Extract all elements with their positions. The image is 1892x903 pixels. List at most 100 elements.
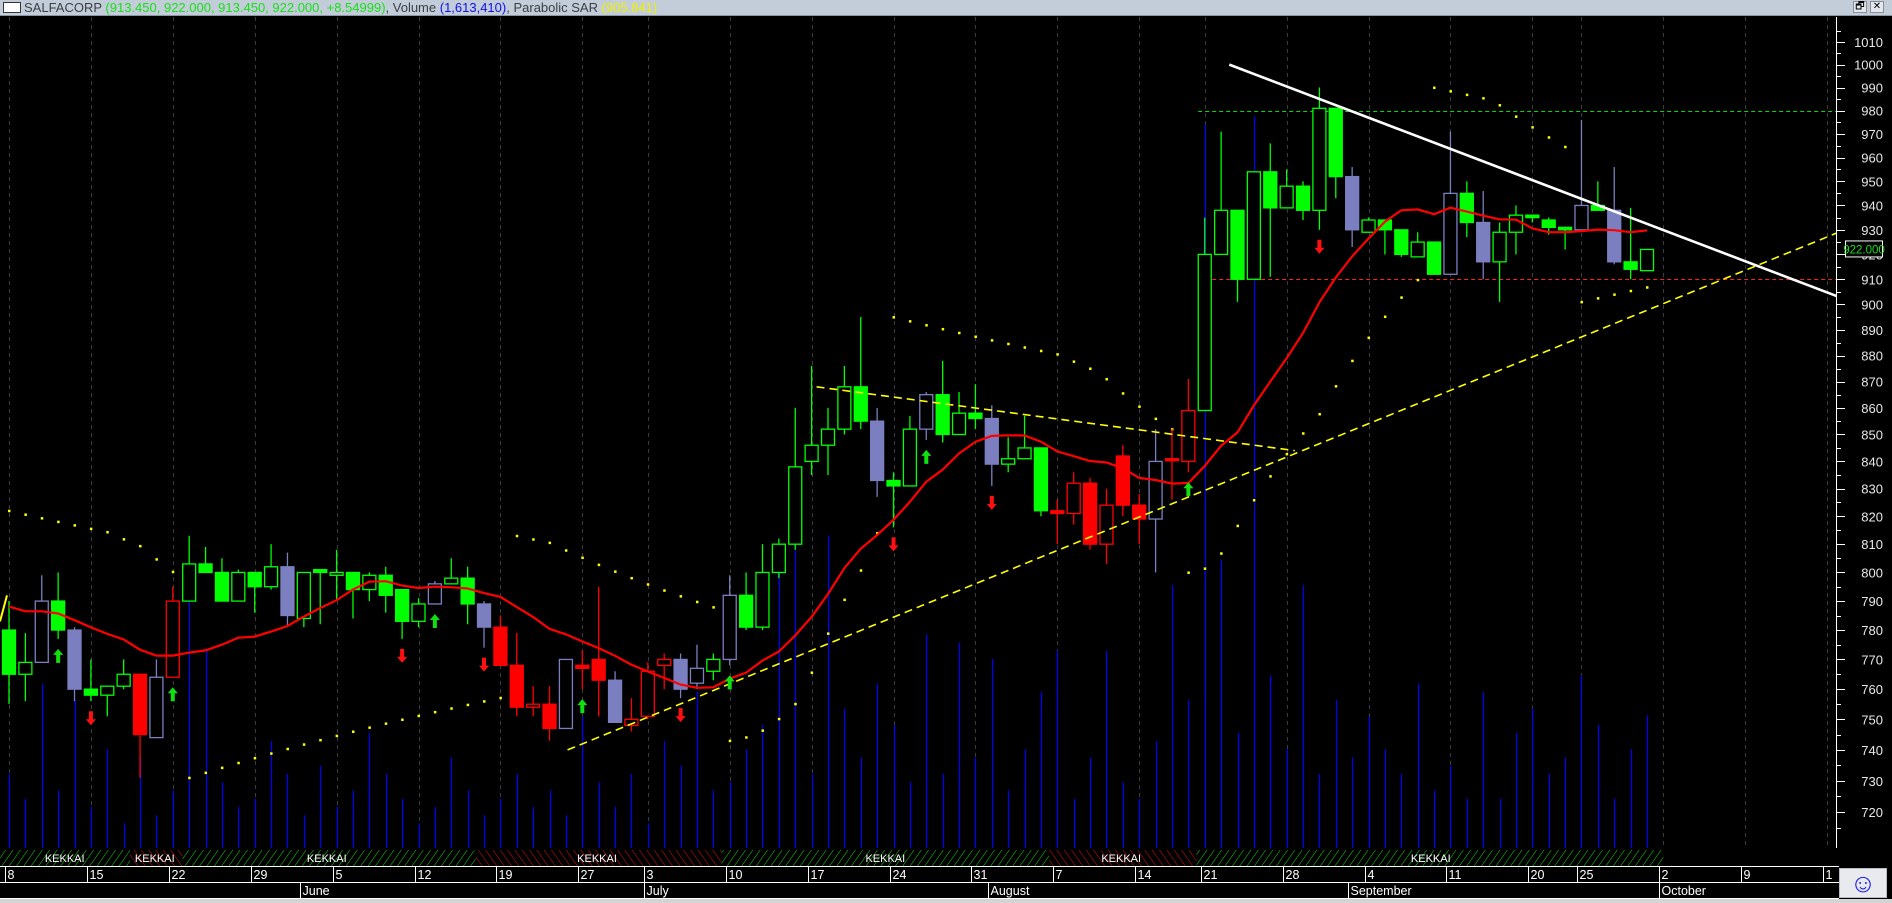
- candlestick: [1394, 229, 1409, 257]
- sar-dot: [663, 589, 666, 592]
- candle-body: [1574, 204, 1589, 231]
- sar-dot: [630, 576, 633, 580]
- price-axis[interactable]: 720 730 740 750 760 770 780 790 800 810 820 830 840 8…: [1836, 17, 1892, 848]
- month-tick-label[interactable]: August: [991, 884, 1030, 898]
- sar-dot: [40, 517, 44, 520]
- date-tick-label[interactable]: 29: [254, 868, 268, 882]
- sar-dot: [1072, 360, 1076, 363]
- candlestick: [427, 581, 443, 605]
- candle-body: [116, 673, 131, 687]
- price-tick-label: 1000: [1854, 58, 1883, 73]
- signal-label: KEKKAI: [1101, 853, 1141, 865]
- candle-body: [902, 428, 918, 487]
- month-tick-label[interactable]: October: [1662, 884, 1706, 898]
- candle-body: [968, 412, 983, 420]
- month-tick-label[interactable]: July: [647, 884, 670, 898]
- candle-body: [100, 685, 115, 696]
- candle-body: [1066, 482, 1081, 515]
- restore-window-button[interactable]: 🗗: [1853, 1, 1867, 13]
- candlestick: [1312, 87, 1327, 230]
- sar-dot: [122, 538, 126, 541]
- smiley-button[interactable]: ☺: [1839, 868, 1887, 898]
- price-tick-label: 940: [1861, 198, 1883, 213]
- price-tick-label: 840: [1861, 454, 1883, 469]
- sar-dot: [1498, 104, 1502, 107]
- candle-body: [476, 603, 492, 628]
- sar-dot: [958, 331, 961, 335]
- sar-dot: [499, 696, 502, 700]
- candle-body: [689, 667, 705, 684]
- date-tick-label[interactable]: 20: [1531, 868, 1545, 882]
- candle-body: [1082, 482, 1098, 545]
- date-tick-label[interactable]: 27: [581, 868, 595, 882]
- candle-body: [1492, 231, 1507, 263]
- price-tick-label: 910: [1861, 272, 1883, 287]
- date-tick-label[interactable]: 22: [172, 868, 186, 882]
- sar-dot: [548, 541, 552, 545]
- candle-body: [657, 658, 672, 667]
- month-tick-label[interactable]: June: [303, 884, 330, 898]
- candlestick: [1639, 248, 1655, 272]
- sar-dot: [450, 707, 453, 710]
- sar-dot: [417, 714, 420, 718]
- signal-label: KEKKAI: [307, 853, 347, 865]
- sar-dot: [368, 726, 371, 729]
- sar-dot: [712, 606, 715, 609]
- sar-dot: [1203, 567, 1207, 570]
- sar-dot: [319, 738, 322, 742]
- date-tick-label[interactable]: 11: [1449, 868, 1462, 882]
- sar-dot: [1613, 293, 1616, 296]
- date-tick-label[interactable]: 17: [811, 868, 825, 882]
- signal-label: KEKKAI: [1411, 853, 1451, 865]
- date-tick-label[interactable]: 2: [1662, 868, 1669, 882]
- candle-body: [1525, 214, 1540, 219]
- candle-body: [67, 629, 82, 690]
- date-tick-label[interactable]: 4: [1368, 868, 1375, 882]
- price-tick-label: 770: [1861, 652, 1883, 667]
- date-tick-label[interactable]: 12: [418, 868, 432, 882]
- candle-body: [247, 571, 262, 588]
- sar-dot: [384, 722, 388, 725]
- date-tick-label[interactable]: 9: [1744, 868, 1751, 882]
- sar-dot: [1646, 286, 1649, 289]
- price-tick-label: 740: [1861, 743, 1883, 758]
- candle-body: [1001, 458, 1016, 465]
- date-tick-label[interactable]: 1: [1826, 868, 1833, 882]
- sar-dot: [843, 598, 846, 602]
- date-tick-label[interactable]: 5: [336, 868, 343, 882]
- candle-body: [149, 676, 164, 739]
- sar-dot: [777, 717, 781, 721]
- month-tick-label[interactable]: September: [1351, 884, 1412, 898]
- candle-body: [1213, 209, 1229, 256]
- price-tick-label: 780: [1861, 623, 1883, 638]
- candle-body: [1541, 219, 1556, 228]
- date-axis[interactable]: KEKKAI KEKKAI KEKKAI KEKKAI KEKKAI KEKKAI KEKK…: [0, 849, 1892, 903]
- date-tick-label[interactable]: 25: [1580, 868, 1594, 882]
- date-tick-label[interactable]: 28: [1286, 868, 1300, 882]
- date-tick-label[interactable]: 3: [647, 868, 654, 882]
- price-tick-label: 830: [1861, 482, 1883, 497]
- date-tick-label[interactable]: 8: [8, 868, 15, 882]
- date-tick-label[interactable]: 21: [1204, 868, 1218, 882]
- chart-background: [0, 0, 1892, 903]
- date-tick-label[interactable]: 7: [1056, 868, 1063, 882]
- price-tick-label: 980: [1861, 104, 1883, 119]
- date-tick-label[interactable]: 15: [90, 868, 104, 882]
- date-tick-label[interactable]: 14: [1138, 868, 1152, 882]
- candle-body: [837, 386, 852, 430]
- date-tick-label[interactable]: 10: [729, 868, 743, 882]
- candle-body: [1, 629, 17, 675]
- sar-dot: [859, 569, 863, 572]
- sar-dot: [1220, 552, 1223, 555]
- price-chart[interactable]: 7207307407507607707807908008108208308408…: [0, 0, 1892, 903]
- sar-label: , Parabolic SAR: [506, 0, 602, 15]
- price-tick-label: 760: [1861, 682, 1883, 697]
- sar-dot: [564, 549, 568, 552]
- date-tick-label[interactable]: 31: [974, 868, 988, 882]
- close-window-button[interactable]: ✕: [1870, 1, 1884, 13]
- candle-body: [1033, 447, 1049, 512]
- sar-dot: [1236, 524, 1239, 528]
- date-tick-label[interactable]: 24: [893, 868, 907, 882]
- date-tick-label[interactable]: 19: [499, 868, 513, 882]
- sar-dot: [679, 595, 683, 598]
